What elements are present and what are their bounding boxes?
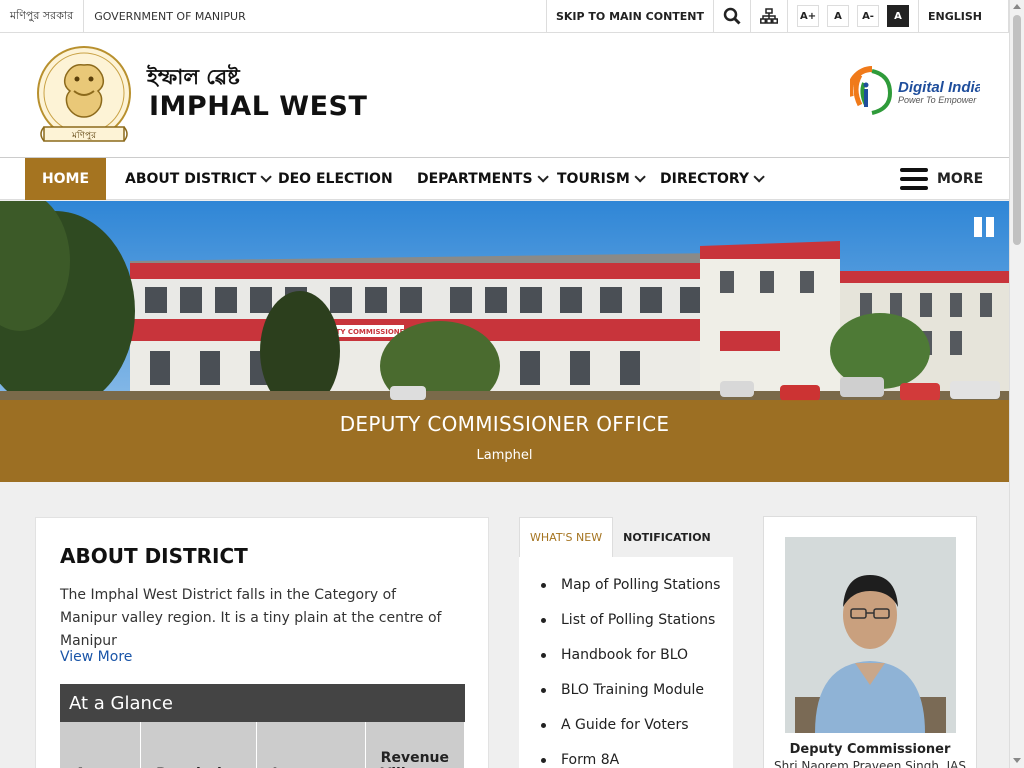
glance-col-language: Language <box>256 722 366 768</box>
font-increase-button[interactable]: A+ <box>797 5 820 27</box>
hero-slider: DEPUTY COMMISSIONER DEPUTY COMMISSIONER … <box>0 201 1009 482</box>
chevron-down-icon <box>753 171 765 183</box>
hamburger-icon <box>900 168 928 190</box>
nav-about-district[interactable]: ABOUT DISTRICT <box>125 158 273 200</box>
list-item[interactable]: BLO Training Module <box>519 673 733 708</box>
dc-name: Shri Naorem Praveen Singh, IAS <box>774 759 966 768</box>
at-a-glance-table: At a Glance Area Population Language Rev… <box>60 684 466 768</box>
nav-departments-label: DEPARTMENTS <box>417 171 533 187</box>
nav-directory-label: DIRECTORY <box>660 171 750 187</box>
list-item[interactable]: Form 8A <box>519 743 733 768</box>
dc-portrait-image <box>785 537 956 733</box>
scroll-up-icon[interactable] <box>1013 4 1021 9</box>
about-text: The Imphal West District falls in the Ca… <box>60 587 442 649</box>
font-normal-button[interactable]: A <box>827 5 850 27</box>
scroll-thumb[interactable] <box>1013 15 1021 245</box>
digital-india-tagline: Power To Empower <box>898 95 977 105</box>
font-decrease-button[interactable]: A- <box>857 5 880 27</box>
slider-pause-button[interactable] <box>974 217 996 237</box>
at-a-glance-heading: At a Glance <box>60 684 465 722</box>
digital-india-title: Digital India <box>898 79 980 96</box>
glance-col-area: Area <box>60 722 142 768</box>
list-item[interactable]: Handbook for BLO <box>519 638 733 673</box>
glance-col-revenue-villages: Revenue Villages <box>365 722 466 768</box>
digital-india-logo[interactable]: Digital India Power To Empower <box>850 63 980 117</box>
tab-notification[interactable]: NOTIFICATION <box>613 517 721 557</box>
chevron-down-icon <box>634 171 646 183</box>
nav-directory[interactable]: DIRECTORY <box>660 158 765 200</box>
glance-col-population: Population <box>140 722 258 768</box>
high-contrast-button[interactable]: A <box>887 5 910 27</box>
site-title[interactable]: IMPHAL WEST <box>149 91 367 122</box>
nav-departments[interactable]: DEPARTMENTS <box>417 158 549 200</box>
language-selector[interactable]: ENGLISH <box>918 0 1009 32</box>
nav-deo-election[interactable]: DEO ELECTION <box>278 158 393 200</box>
nav-about-district-label: ABOUT DISTRICT <box>125 171 257 187</box>
page-scrollbar[interactable] <box>1009 0 1024 768</box>
whats-new-list: Map of Polling Stations List of Polling … <box>519 557 733 768</box>
more-menu-button[interactable]: MORE <box>900 158 983 200</box>
search-button[interactable] <box>713 0 750 32</box>
emblem-text: মণিপুর <box>71 130 97 141</box>
main-navigation: HOME ABOUT DISTRICT DEO ELECTION DEPARTM… <box>0 158 1009 200</box>
slide-subtitle: Lamphel <box>476 448 533 463</box>
list-item[interactable]: Map of Polling Stations <box>519 568 733 603</box>
dc-role: Deputy Commissioner <box>789 742 951 757</box>
sitemap-button[interactable] <box>750 0 787 32</box>
font-size-controls: A+ A A- A <box>787 0 918 32</box>
manipur-emblem-logo[interactable]: মণিপুর <box>34 45 134 147</box>
top-utility-bar: মণিপুর সরকার GOVERNMENT OF MANIPUR SKIP … <box>0 0 1009 33</box>
site-header: মণিপুর ইম্ফাল ৱেষ্ট IMPHAL WEST Digital … <box>0 33 1009 158</box>
sitemap-icon <box>760 8 779 24</box>
about-district-panel: ABOUT DISTRICT The Imphal West District … <box>35 517 489 768</box>
dc-photo <box>785 537 956 733</box>
more-label: MORE <box>937 171 984 187</box>
tab-whats-new[interactable]: WHAT'S NEW <box>519 517 614 557</box>
nav-home-label: HOME <box>41 171 90 187</box>
nav-home[interactable]: HOME <box>25 158 106 200</box>
government-label: GOVERNMENT OF MANIPUR <box>83 0 256 32</box>
skip-label: SKIP TO MAIN CONTENT <box>555 9 705 23</box>
nav-tourism[interactable]: TOURISM <box>557 158 646 200</box>
list-item[interactable]: A Guide for Voters <box>519 708 733 743</box>
slide-title: DEPUTY COMMISSIONER OFFICE <box>339 412 670 436</box>
nav-deo-election-label: DEO ELECTION <box>278 171 393 187</box>
view-more-link[interactable]: View More <box>60 649 132 665</box>
about-heading: ABOUT DISTRICT <box>60 544 248 568</box>
news-tabs: WHAT'S NEW NOTIFICATION <box>519 517 733 557</box>
skip-to-main-link[interactable]: SKIP TO MAIN CONTENT <box>545 0 713 32</box>
search-icon <box>723 7 741 25</box>
nav-tourism-label: TOURISM <box>557 171 630 187</box>
deputy-commissioner-card: Deputy Commissioner Shri Naorem Praveen … <box>763 516 977 768</box>
scroll-down-icon[interactable] <box>1013 758 1021 763</box>
chevron-down-icon <box>537 171 549 183</box>
list-item[interactable]: List of Polling Stations <box>519 603 733 638</box>
chevron-down-icon <box>260 171 273 183</box>
slide-caption: DEPUTY COMMISSIONER OFFICE Lamphel <box>0 400 1009 482</box>
local-government-label: মণিপুর সরকার <box>10 8 74 22</box>
